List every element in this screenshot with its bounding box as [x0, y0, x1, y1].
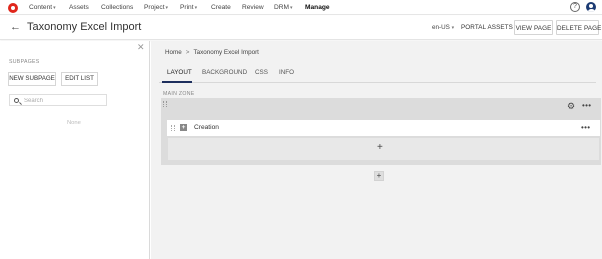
tab-info[interactable]: INFO	[279, 69, 294, 76]
user-avatar-icon[interactable]	[586, 2, 596, 12]
nav-item-print[interactable]: Print▾	[180, 4, 197, 11]
expand-plus-icon[interactable]: +	[180, 124, 187, 131]
subpages-section-label: SUBPAGES	[9, 59, 40, 65]
tabs-divider	[159, 82, 596, 83]
subpages-panel: ✕ SUBPAGES NEW SUBPAGE EDIT LIST None	[0, 41, 150, 259]
add-icon: +	[377, 142, 383, 153]
nav-item-label: DRM	[274, 4, 290, 11]
nav-item-create[interactable]: Create	[211, 4, 231, 11]
nav-item-assets[interactable]: Assets	[69, 4, 89, 11]
nav-item-label: Project	[144, 4, 165, 11]
chevron-down-icon: ▾	[53, 5, 56, 11]
help-icon[interactable]: ?	[570, 2, 580, 12]
empty-list-text: None	[67, 120, 81, 126]
add-zone-button[interactable]: +	[374, 171, 384, 181]
active-tab-indicator	[162, 81, 192, 83]
nav-item-project[interactable]: Project▾	[144, 4, 168, 11]
breadcrumb-home[interactable]: Home	[165, 49, 182, 56]
page-title: Taxonomy Excel Import	[27, 21, 142, 33]
new-subpage-button[interactable]: NEW SUBPAGE	[8, 72, 56, 86]
brand-logo-icon[interactable]	[8, 3, 18, 13]
nav-item-label: Collections	[101, 4, 134, 11]
drag-handle-icon[interactable]	[171, 125, 175, 131]
back-arrow-icon[interactable]: ←	[10, 21, 21, 33]
more-options-icon[interactable]: •••	[582, 102, 591, 110]
more-options-icon[interactable]: •••	[581, 124, 590, 132]
drag-handle-icon[interactable]	[163, 101, 167, 107]
language-selector[interactable]: en-US ▾	[432, 24, 454, 31]
page-editor-main: Home > Taxonomy Excel Import LAYOUT BACKGR…	[151, 41, 602, 259]
nav-item-label: Assets	[69, 4, 89, 11]
breadcrumb-separator: >	[185, 49, 190, 56]
chevron-down-icon: ▾	[451, 25, 455, 31]
chevron-down-icon: ▾	[165, 5, 169, 11]
nav-item-manage[interactable]: Manage	[305, 4, 330, 11]
zone-label: MAIN ZONE	[163, 91, 195, 97]
page-header: ← Taxonomy Excel Import en-US ▾ PORTAL A…	[0, 16, 602, 40]
top-navigation-bar: Content▾ Assets Collections Project▾ Pri…	[0, 0, 602, 15]
component-row[interactable]: + Creation •••	[167, 120, 600, 136]
main-zone: ⚙ ••• + Creation ••• +	[161, 98, 601, 165]
add-component-area[interactable]: +	[167, 137, 600, 161]
nav-item-review[interactable]: Review	[242, 4, 264, 11]
portal-assets-button[interactable]: PORTAL ASSETS	[461, 20, 513, 35]
breadcrumb-current: Taxonomy Excel Import	[193, 49, 259, 56]
gear-icon[interactable]: ⚙	[567, 102, 575, 111]
chevron-down-icon: ▾	[290, 5, 293, 11]
nav-item-drm[interactable]: DRM▾	[274, 4, 293, 11]
nav-item-label: Manage	[305, 4, 330, 11]
chevron-down-icon: ▾	[194, 5, 198, 11]
nav-item-label: Content	[29, 4, 53, 11]
search-input[interactable]	[24, 96, 104, 105]
language-label: en-US	[432, 24, 450, 31]
subpage-search-box[interactable]	[9, 94, 107, 106]
component-label: Creation	[194, 124, 219, 131]
nav-item-label: Create	[211, 4, 231, 11]
edit-list-button[interactable]: EDIT LIST	[61, 72, 98, 86]
close-icon[interactable]: ✕	[137, 43, 145, 52]
tab-css[interactable]: CSS	[255, 69, 268, 76]
nav-item-label: Review	[242, 4, 264, 11]
nav-item-collections[interactable]: Collections	[101, 4, 133, 11]
delete-page-button[interactable]: DELETE PAGE	[556, 20, 601, 35]
tab-layout[interactable]: LAYOUT	[167, 69, 192, 76]
nav-item-content[interactable]: Content▾	[29, 4, 56, 11]
tab-background[interactable]: BACKGROUND	[202, 69, 247, 76]
search-icon	[14, 97, 19, 103]
nav-item-label: Print	[180, 4, 194, 11]
view-page-button[interactable]: VIEW PAGE	[514, 20, 553, 35]
breadcrumb: Home > Taxonomy Excel Import	[165, 49, 259, 56]
